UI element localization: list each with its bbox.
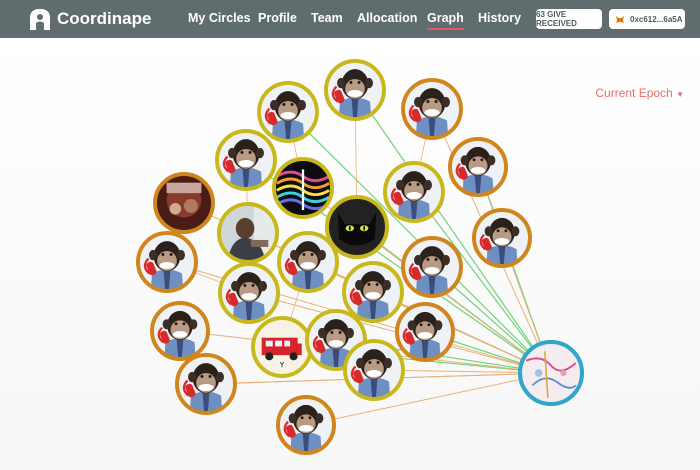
node-avatar[interactable] xyxy=(395,302,455,362)
nav-team[interactable]: Team xyxy=(311,11,343,25)
graph-canvas[interactable]: Current Epoch ▼ xyxy=(0,38,700,470)
nav-allocation[interactable]: Allocation xyxy=(357,11,417,25)
epoch-select[interactable]: Current Epoch ▼ xyxy=(595,86,684,100)
graph-node-chimp[interactable] xyxy=(218,262,280,324)
top-nav-bar: Coordinape My Circles Profile Team Alloc… xyxy=(0,0,700,38)
node-avatar[interactable] xyxy=(276,395,336,455)
graph-node-photo-person[interactable] xyxy=(217,202,279,264)
node-avatar[interactable] xyxy=(518,340,584,406)
graph-node-chimp[interactable] xyxy=(395,302,455,362)
graph-node-chimp[interactable] xyxy=(175,353,237,415)
node-avatar[interactable] xyxy=(153,172,215,234)
graph-node-chimp[interactable] xyxy=(343,339,405,401)
graph-node-chimp[interactable] xyxy=(324,59,386,121)
give-received-badge[interactable]: 63 GIVE RECEIVED xyxy=(536,9,602,29)
graph-node-chimp[interactable] xyxy=(257,81,319,143)
node-avatar[interactable] xyxy=(150,301,210,361)
node-avatar[interactable] xyxy=(401,78,463,140)
graph-node-chimp[interactable] xyxy=(401,78,463,140)
node-avatar[interactable] xyxy=(218,262,280,324)
node-avatar[interactable] xyxy=(325,195,389,259)
graph-node-chimp[interactable] xyxy=(276,395,336,455)
graph-node-abstract-lines[interactable] xyxy=(272,157,334,219)
nav-graph[interactable]: Graph xyxy=(427,11,464,30)
chevron-down-icon: ▼ xyxy=(676,90,684,99)
node-avatar[interactable] xyxy=(136,231,198,293)
graph-node-red-car[interactable] xyxy=(251,316,313,378)
coordinape-logo-icon[interactable] xyxy=(26,6,54,32)
graph-node-black-cat[interactable] xyxy=(325,195,389,259)
give-edge xyxy=(305,372,552,426)
node-avatar[interactable] xyxy=(383,161,445,223)
node-avatar[interactable] xyxy=(472,208,532,268)
graph-node-chimp[interactable] xyxy=(150,301,210,361)
graph-node-chimp[interactable] xyxy=(448,137,508,197)
graph-node-sketch-map[interactable] xyxy=(518,340,584,406)
node-avatar[interactable] xyxy=(277,231,339,293)
graph-node-chimp[interactable] xyxy=(342,261,404,323)
node-avatar[interactable] xyxy=(324,59,386,121)
nav-my-circles[interactable]: My Circles xyxy=(188,11,251,25)
node-avatar[interactable] xyxy=(251,316,313,378)
node-avatar[interactable] xyxy=(448,137,508,197)
node-avatar[interactable] xyxy=(401,236,463,298)
epoch-select-label: Current Epoch xyxy=(595,86,673,100)
node-avatar[interactable] xyxy=(257,81,319,143)
nav-history[interactable]: History xyxy=(478,11,521,25)
graph-node-chimp[interactable] xyxy=(383,161,445,223)
node-avatar[interactable] xyxy=(215,129,277,191)
node-avatar[interactable] xyxy=(272,157,334,219)
node-avatar[interactable] xyxy=(217,202,279,264)
brand-name[interactable]: Coordinape xyxy=(57,9,151,29)
nav-profile[interactable]: Profile xyxy=(258,11,297,25)
graph-node-chimp[interactable] xyxy=(136,231,198,293)
graph-node-chimp[interactable] xyxy=(215,129,277,191)
graph-node-chimp[interactable] xyxy=(277,231,339,293)
metamask-fox-icon xyxy=(616,15,624,23)
graph-node-chimp[interactable] xyxy=(401,236,463,298)
graph-node-chimp[interactable] xyxy=(472,208,532,268)
graph-node-photo-red[interactable] xyxy=(153,172,215,234)
wallet-button[interactable]: 0xc612...6a5A xyxy=(609,9,685,29)
node-avatar[interactable] xyxy=(175,353,237,415)
node-avatar[interactable] xyxy=(342,261,404,323)
give-graph[interactable] xyxy=(0,38,700,470)
wallet-address: 0xc612...6a5A xyxy=(630,14,683,24)
node-avatar[interactable] xyxy=(343,339,405,401)
